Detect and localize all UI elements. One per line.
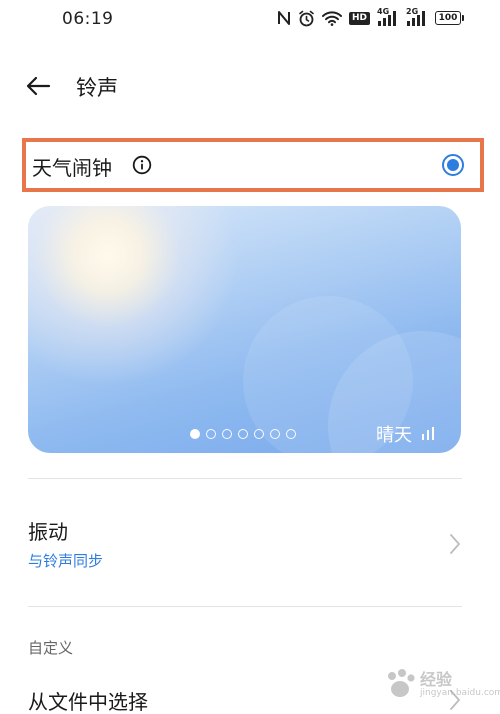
- arrow-left-icon: [26, 76, 51, 96]
- page-dot[interactable]: [190, 429, 200, 439]
- battery-level: 100: [435, 11, 461, 25]
- page-dot[interactable]: [254, 429, 264, 439]
- page-dot[interactable]: [286, 429, 296, 439]
- net2-label: 2G: [406, 7, 419, 16]
- signal-bars-icon: [422, 427, 434, 440]
- page-title: 铃声: [76, 76, 118, 100]
- page-indicator[interactable]: [190, 429, 296, 439]
- paw-icon: [388, 669, 415, 697]
- net1-label: 4G: [377, 7, 390, 16]
- vibration-subtitle: 与铃声同步: [28, 552, 104, 570]
- info-icon[interactable]: [132, 155, 152, 175]
- vibration-row[interactable]: 振动 与铃声同步: [28, 500, 468, 590]
- vibration-title: 振动: [28, 520, 68, 544]
- page-dot[interactable]: [222, 429, 232, 439]
- choose-from-file-label: 从文件中选择: [28, 690, 148, 714]
- status-icons: HD 4G 2G 100: [277, 7, 464, 27]
- signal-2g-icon: 2G: [406, 7, 428, 27]
- sun-glow: [28, 206, 248, 386]
- page-dot[interactable]: [206, 429, 216, 439]
- section-header-custom: 自定义: [28, 639, 74, 657]
- hd-badge: HD: [348, 11, 370, 25]
- chevron-right-icon: [450, 534, 460, 554]
- weather-label: 晴天: [376, 425, 412, 446]
- status-bar: 06:19 HD 4G 2G 100: [0, 0, 500, 38]
- battery-icon: 100: [435, 11, 464, 25]
- divider: [28, 478, 462, 479]
- status-time: 06:19: [62, 9, 114, 29]
- signal-4g-icon: 4G: [377, 7, 399, 27]
- watermark-sub: jingyan.baidu.com: [420, 688, 500, 698]
- ringtone-label: 天气闹钟: [32, 156, 112, 180]
- nfc-icon: [277, 9, 291, 27]
- watermark-text: 经验: [420, 670, 453, 689]
- weather-preview-card[interactable]: 晴天: [28, 206, 461, 453]
- wifi-icon: [321, 9, 342, 27]
- back-button[interactable]: [22, 70, 54, 102]
- page-dot[interactable]: [238, 429, 248, 439]
- page-dot[interactable]: [270, 429, 280, 439]
- baidu-watermark: 经验 jingyan.baidu.com: [380, 660, 500, 710]
- weather-alarm-option[interactable]: 天气闹钟: [22, 138, 484, 192]
- alarm-icon: [298, 9, 315, 27]
- page-header: 铃声: [0, 62, 500, 110]
- radio-selected[interactable]: [442, 154, 464, 176]
- divider: [28, 606, 462, 607]
